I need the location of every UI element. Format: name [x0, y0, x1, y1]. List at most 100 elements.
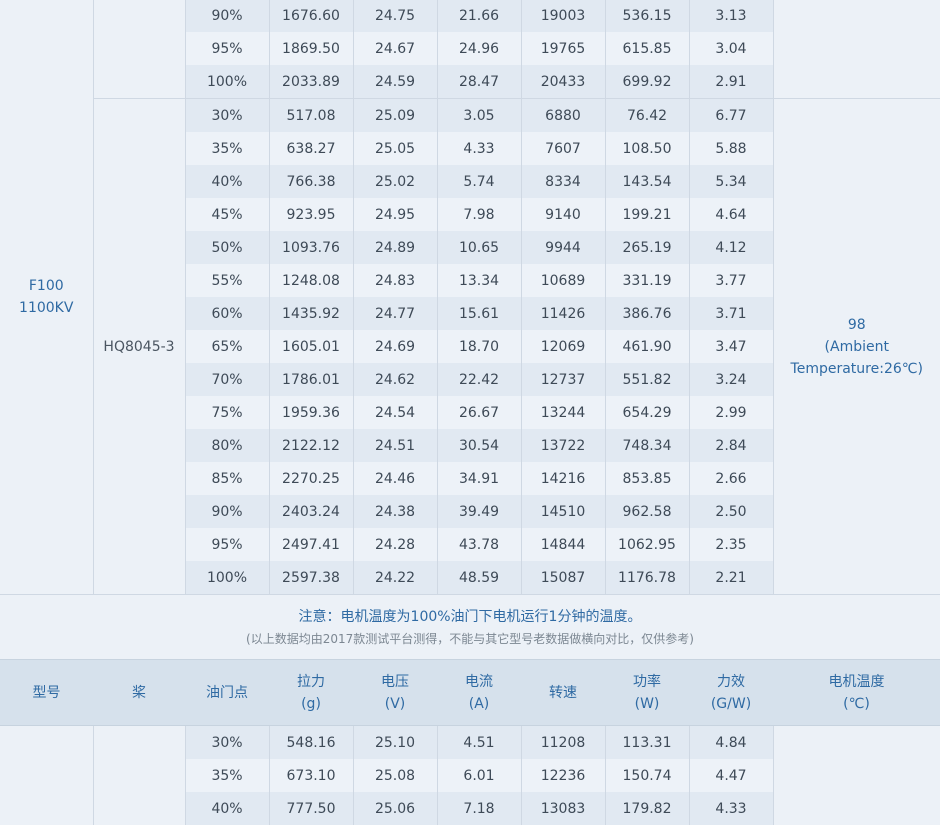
rpm-cell: 14510 [520, 495, 605, 528]
throttle-cell: 95% [184, 528, 269, 561]
rpm-cell: 14844 [520, 528, 605, 561]
thrust-cell: 777.50 [268, 792, 353, 825]
efficiency-cell: 2.21 [688, 561, 773, 594]
thrust-cell: 766.38 [268, 165, 353, 198]
throttle-cell: 60% [184, 297, 269, 330]
thrust-cell: 2403.24 [268, 495, 353, 528]
throttle-cell: 75% [184, 396, 269, 429]
efficiency-cell: 4.12 [688, 231, 773, 264]
current-cell: 34.91 [436, 462, 521, 495]
rpm-cell: 8334 [520, 165, 605, 198]
rpm-cell: 9140 [520, 198, 605, 231]
data-table-group-2: 30% 548.16 25.10 4.51 11208 113.31 4.84 35% 673.… [0, 726, 940, 825]
power-cell: 853.85 [604, 462, 689, 495]
throttle-cell: 100% [184, 561, 269, 594]
rpm-cell: 11208 [520, 726, 605, 759]
rpm-cell: 12737 [520, 363, 605, 396]
thrust-cell: 1676.60 [268, 0, 353, 32]
voltage-cell: 24.38 [352, 495, 437, 528]
efficiency-cell: 3.71 [688, 297, 773, 330]
thrust-cell: 923.95 [268, 198, 353, 231]
efficiency-cell: 2.35 [688, 528, 773, 561]
voltage-cell: 24.83 [352, 264, 437, 297]
note-temperature: 注意：电机温度为100%油门下电机运行1分钟的温度。 [298, 609, 642, 625]
current-cell: 13.34 [436, 264, 521, 297]
voltage-cell: 24.28 [352, 528, 437, 561]
text-line: 98 [847, 316, 866, 333]
text-line: (Ambient [824, 338, 889, 355]
rpm-cell: 9944 [520, 231, 605, 264]
motor-model-cell: F100 1100KV [0, 0, 93, 594]
thrust-cell: 1959.36 [268, 396, 353, 429]
throttle-cell: 55% [184, 264, 269, 297]
throttle-cell: 90% [184, 0, 269, 32]
voltage-cell: 25.05 [352, 132, 437, 165]
current-cell: 26.67 [436, 396, 521, 429]
efficiency-cell: 2.66 [688, 462, 773, 495]
efficiency-cell: 6.77 [688, 98, 773, 132]
current-cell: 43.78 [436, 528, 521, 561]
rpm-cell: 12236 [520, 759, 605, 792]
power-cell: 113.31 [604, 726, 689, 759]
rpm-cell: 15087 [520, 561, 605, 594]
thrust-cell: 673.10 [268, 759, 353, 792]
current-cell: 30.54 [436, 429, 521, 462]
thrust-cell: 517.08 [268, 98, 353, 132]
prop-cell [92, 726, 185, 825]
voltage-cell: 24.46 [352, 462, 437, 495]
efficiency-cell: 3.47 [688, 330, 773, 363]
power-cell: 179.82 [604, 792, 689, 825]
efficiency-cell: 2.99 [688, 396, 773, 429]
temperature-cell [772, 0, 940, 99]
power-cell: 265.19 [604, 231, 689, 264]
header-efficiency: 力效 (G/W) [689, 659, 773, 726]
power-cell: 699.92 [604, 65, 689, 99]
power-cell: 199.21 [604, 198, 689, 231]
note-disclaimer: (以上数据均由2017款测试平台测得，不能与其它型号老数据做横向对比，仅供参考) [246, 632, 694, 646]
header-thrust: 拉力 (g) [269, 659, 353, 726]
power-cell: 150.74 [604, 759, 689, 792]
current-cell: 5.74 [436, 165, 521, 198]
efficiency-cell: 3.13 [688, 0, 773, 32]
table-row: 30% 548.16 25.10 4.51 11208 113.31 4.84 [0, 726, 940, 825]
header-throttle: 油门点 [185, 659, 269, 726]
table-row: F100 1100KV 90% 1676.60 24.75 21.66 19003 536.1… [0, 0, 940, 594]
thrust-cell: 1605.01 [268, 330, 353, 363]
table-header-row: 型号 桨 油门点 拉力 (g) 电压 (V) 电流 (A) 转速 功率 (W) 力效 (G… [0, 659, 940, 726]
current-cell: 3.05 [436, 98, 521, 132]
voltage-cell: 24.95 [352, 198, 437, 231]
voltage-cell: 25.02 [352, 165, 437, 198]
throttle-cell: 90% [184, 495, 269, 528]
current-cell: 4.33 [436, 132, 521, 165]
thrust-cell: 1869.50 [268, 32, 353, 65]
voltage-cell: 24.59 [352, 65, 437, 99]
power-cell: 108.50 [604, 132, 689, 165]
efficiency-cell: 5.88 [688, 132, 773, 165]
voltage-cell: 24.54 [352, 396, 437, 429]
thrust-cell: 2597.38 [268, 561, 353, 594]
rpm-cell: 20433 [520, 65, 605, 99]
voltage-cell: 25.06 [352, 792, 437, 825]
throttle-cell: 40% [184, 165, 269, 198]
power-cell: 386.76 [604, 297, 689, 330]
data-table-group-1: F100 1100KV 90% 1676.60 24.75 21.66 19003 536.1… [0, 0, 940, 594]
efficiency-cell: 3.77 [688, 264, 773, 297]
power-cell: 962.58 [604, 495, 689, 528]
current-cell: 22.42 [436, 363, 521, 396]
header-temperature: 电机温度 (℃) [773, 659, 940, 726]
throttle-cell: 95% [184, 32, 269, 65]
header-voltage: 电压 (V) [353, 659, 437, 726]
throttle-cell: 35% [184, 759, 269, 792]
rpm-cell: 13244 [520, 396, 605, 429]
power-cell: 551.82 [604, 363, 689, 396]
current-cell: 28.47 [436, 65, 521, 99]
temperature-cell [772, 726, 940, 825]
text-line: Temperature:26℃) [790, 360, 923, 377]
thrust-cell: 1786.01 [268, 363, 353, 396]
voltage-cell: 24.89 [352, 231, 437, 264]
rpm-cell: 19765 [520, 32, 605, 65]
header-current: 电流 (A) [437, 659, 521, 726]
throttle-cell: 45% [184, 198, 269, 231]
rpm-cell: 13722 [520, 429, 605, 462]
efficiency-cell: 4.33 [688, 792, 773, 825]
